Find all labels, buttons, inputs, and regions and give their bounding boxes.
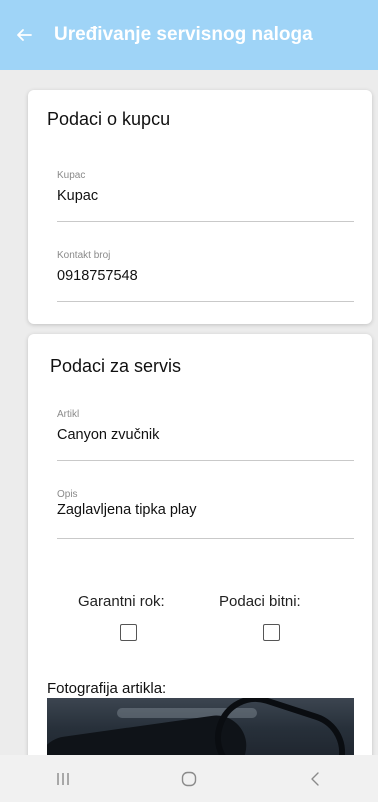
home-icon	[181, 771, 197, 786]
recent-apps-icon	[57, 772, 69, 785]
contact-field-value[interactable]: 0918757548	[57, 268, 354, 284]
system-back-button[interactable]	[285, 771, 345, 787]
customer-field-label: Kupac	[57, 170, 86, 181]
customer-card: Podaci o kupcu Kupac Kupac Kontakt broj …	[28, 90, 372, 324]
photo-label: Fotografija artikla:	[47, 680, 167, 697]
home-button[interactable]	[159, 770, 219, 788]
customer-field-underline	[57, 221, 354, 222]
contact-field-underline	[57, 301, 354, 302]
contact-field[interactable]: Kontakt broj 0918757548	[57, 250, 354, 302]
back-button[interactable]	[2, 27, 46, 43]
system-nav-bar	[0, 755, 378, 802]
app-bar: Uređivanje servisnog naloga	[0, 0, 378, 70]
customer-field[interactable]: Kupac Kupac	[57, 170, 354, 222]
screen: Uređivanje servisnog naloga Podaci o kup…	[0, 0, 378, 802]
photo-strap-shape	[204, 698, 354, 755]
back-chevron-icon	[311, 771, 319, 786]
customer-field-value[interactable]: Kupac	[57, 188, 354, 204]
recent-apps-button[interactable]	[33, 771, 93, 787]
arrow-left-icon	[17, 29, 32, 41]
contact-field-label: Kontakt broj	[57, 250, 111, 261]
customer-card-title: Podaci o kupcu	[47, 109, 171, 129]
item-photo[interactable]	[47, 698, 354, 755]
photo-section: Fotografija artikla:	[28, 334, 372, 755]
page-title: Uređivanje servisnog naloga	[54, 24, 313, 45]
